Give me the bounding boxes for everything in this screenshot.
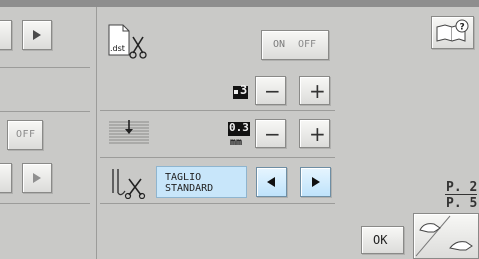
page-flip-icon — [415, 215, 473, 257]
cut-mode-display: TAGLIO STANDARD — [156, 166, 247, 198]
jump-minus-button[interactable]: − — [255, 119, 286, 148]
book-question-icon: ? — [436, 19, 469, 42]
jump-unit: mm — [230, 137, 243, 148]
off-label: OFF — [298, 39, 317, 50]
left-next-button-2[interactable] — [22, 163, 52, 193]
jump-plus-button[interactable]: + — [299, 119, 330, 148]
divider — [0, 203, 90, 204]
page-total: P. 5 — [446, 196, 478, 211]
minus-icon: − — [264, 79, 281, 103]
cut-on-off-toggle[interactable]: ON OFF — [261, 30, 329, 60]
plus-icon: + — [309, 122, 326, 146]
on-label: ON — [273, 39, 286, 50]
play-icon — [33, 173, 41, 183]
off-label: OFF — [16, 129, 36, 140]
divider — [0, 111, 90, 112]
jump-stitch-icon — [107, 119, 151, 147]
divider — [96, 7, 97, 259]
jump-value: 0.3 — [229, 121, 249, 134]
top-bar — [0, 0, 479, 7]
left-partial-button-2[interactable] — [0, 163, 12, 193]
plus-icon: + — [309, 79, 326, 103]
tension-value: 3 — [240, 83, 248, 97]
page-current: P. 2 — [446, 180, 478, 195]
minus-icon: − — [264, 122, 281, 146]
cut-mode-next-button[interactable] — [300, 167, 331, 197]
left-off-button[interactable]: OFF — [7, 120, 43, 150]
arrow-right-icon — [312, 177, 320, 187]
dst-cut-icon: .dst — [105, 23, 149, 63]
play-icon — [33, 30, 41, 40]
page-divider — [445, 194, 477, 195]
arrow-left-icon — [267, 177, 275, 187]
needle-scissors-icon — [107, 167, 151, 200]
tension-plus-button[interactable]: + — [299, 76, 330, 105]
page-flip-button[interactable] — [413, 213, 479, 259]
left-partial-button[interactable] — [0, 20, 12, 50]
svg-text:?: ? — [460, 23, 465, 33]
ok-label: OK — [373, 233, 388, 247]
divider — [100, 203, 335, 204]
svg-text:.dst: .dst — [110, 44, 125, 53]
divider — [100, 157, 335, 158]
tension-minus-button[interactable]: − — [255, 76, 286, 105]
divider — [0, 67, 90, 68]
cut-mode-prev-button[interactable] — [256, 167, 287, 197]
help-button[interactable]: ? — [431, 16, 474, 49]
divider — [100, 110, 335, 111]
cut-mode-line1: TAGLIO — [165, 172, 202, 183]
ok-button[interactable]: OK — [361, 226, 404, 254]
left-next-button[interactable] — [22, 20, 52, 50]
cut-mode-line2: STANDARD — [165, 183, 214, 194]
